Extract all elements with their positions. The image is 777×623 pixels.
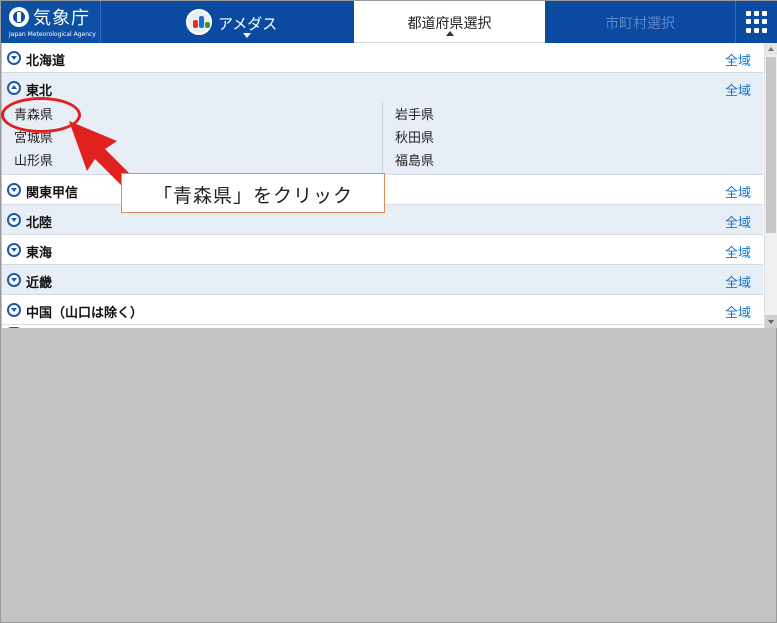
tab-city-select[interactable]: 市町村選択 [545,1,735,43]
region-chugoku: 中国（山口は除く） 全域 [2,295,763,325]
logo-subtitle: Japan Meteorological Agency [9,31,96,38]
jma-logo[interactable]: 気象庁 Japan Meteorological Agency [1,1,101,43]
region-kinki: 近畿 全域 [2,265,763,295]
logo-name: 気象庁 [33,8,90,29]
collapse-circle-icon [7,81,21,95]
jma-logo-icon [9,7,29,27]
expand-circle-icon [7,303,21,317]
chevron-up-icon [446,31,454,36]
region-name: 近畿 [26,276,53,291]
grid-menu-button[interactable] [735,1,777,43]
region-all-link[interactable]: 全域 [725,242,751,261]
expand-circle-icon [7,183,21,197]
amedas-icon [186,9,212,35]
instruction-callout: 「青森県」をクリック [121,173,385,213]
region-header[interactable]: 北海道 全域 [2,43,763,72]
region-all-link[interactable]: 全域 [725,80,751,99]
prefecture-fukushima[interactable]: 福島県 [395,150,434,169]
region-name: 北陸 [26,216,53,231]
tab-city-label: 市町村選択 [605,16,675,32]
grid-menu-icon [746,11,768,33]
region-header[interactable]: 近畿 全域 [2,265,763,294]
site-header: 気象庁 Japan Meteorological Agency アメダス 都道府… [1,1,777,43]
region-all-link[interactable]: 全域 [725,272,751,291]
expand-circle-icon [7,213,21,227]
region-all-link[interactable]: 全域 [725,182,751,201]
amedas-label: アメダス [218,15,278,33]
region-header[interactable]: 東北 全域 [2,73,763,102]
scroll-up-icon[interactable] [765,43,777,55]
region-all-link[interactable]: 全域 [725,212,751,231]
expand-circle-icon [7,273,21,287]
column-divider [382,102,383,174]
prefecture-yamagata[interactable]: 山形県 [14,150,53,169]
region-hokkaido: 北海道 全域 [2,43,763,73]
region-name: 東海 [26,246,53,261]
expand-circle-icon [7,327,21,328]
region-header[interactable]: 東海 全域 [2,235,763,264]
region-name: 中国（山口は除く） [26,306,144,321]
scrollbar-thumb[interactable] [766,57,776,233]
browser-frame: 気象庁 Japan Meteorological Agency アメダス 都道府… [0,0,777,623]
amedas-menu-tab[interactable]: アメダス [102,1,354,43]
vertical-scrollbar[interactable] [764,43,777,328]
region-all-link[interactable]: 全域 [725,302,751,321]
tab-prefecture-select[interactable]: 都道府県選択 [354,1,545,43]
chevron-down-icon [243,33,251,38]
tab-prefecture-label: 都道府県選択 [407,16,492,32]
prefecture-akita[interactable]: 秋田県 [395,127,434,146]
expand-circle-icon [7,243,21,257]
scroll-down-icon[interactable] [765,315,777,328]
region-all-link[interactable]: 全域 [725,50,751,69]
region-name: 北海道 [26,54,66,69]
prefecture-iwate[interactable]: 岩手県 [395,104,434,123]
region-tokai: 東海 全域 [2,235,763,265]
region-header[interactable]: 中国（山口は除く） 全域 [2,295,763,324]
expand-circle-icon [7,51,21,65]
